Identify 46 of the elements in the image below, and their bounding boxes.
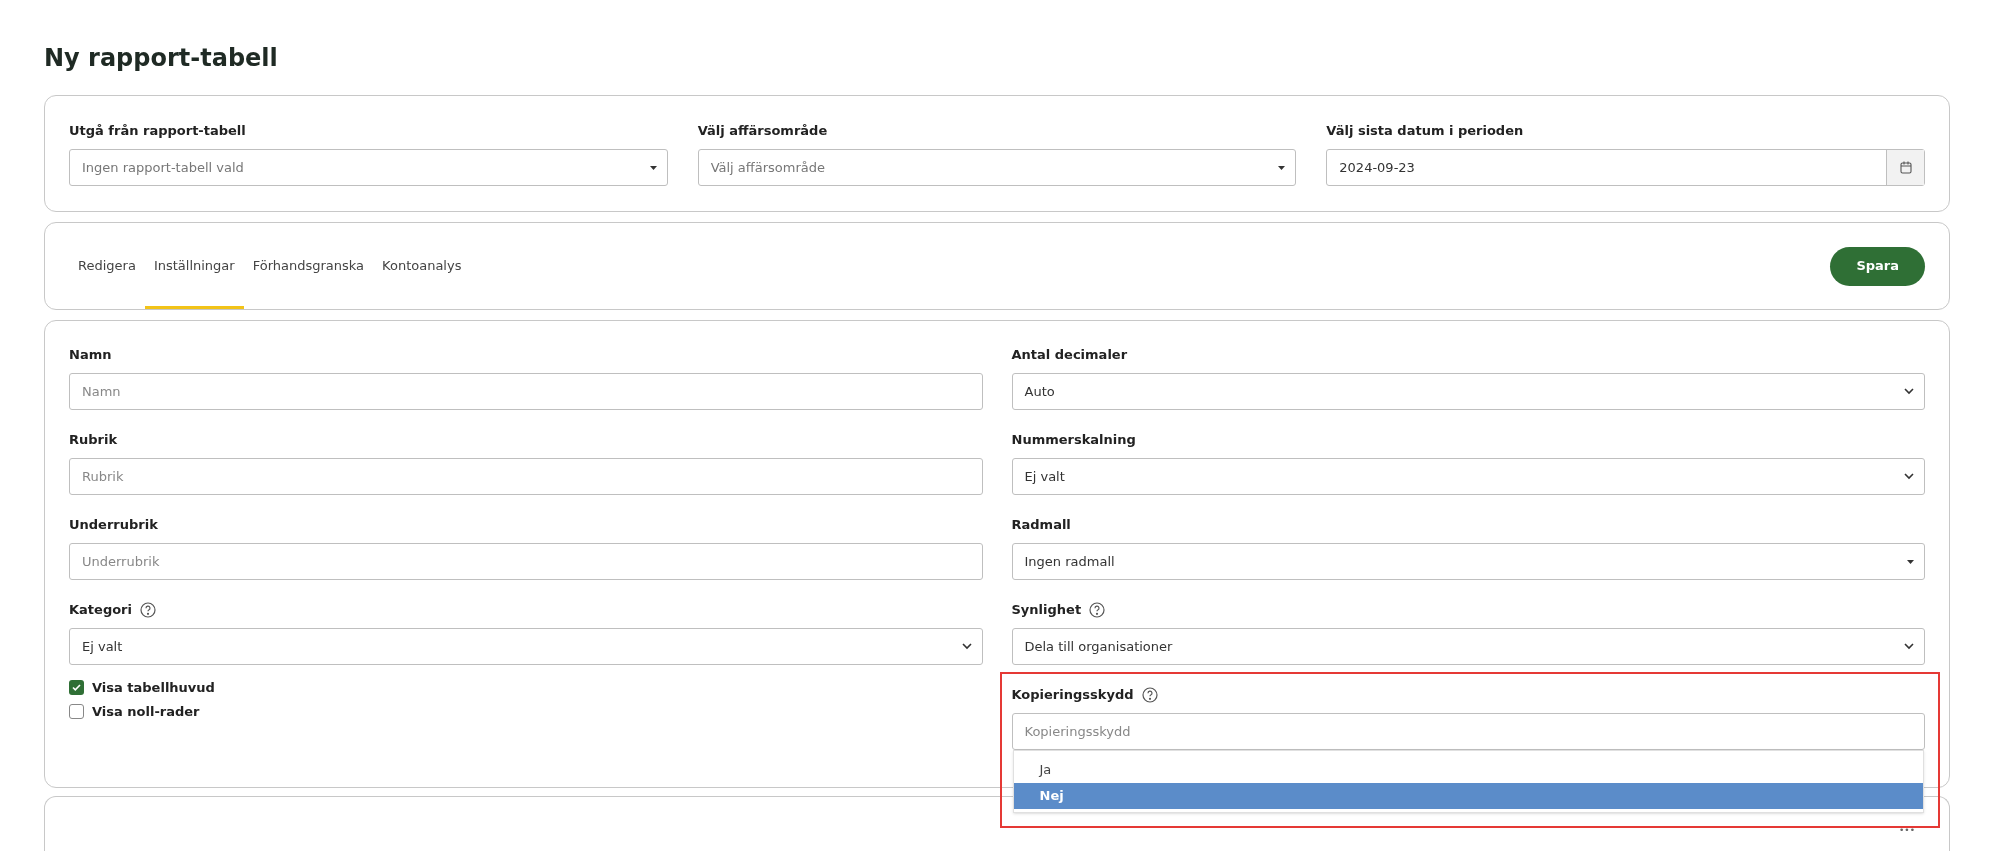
checkbox[interactable] bbox=[69, 703, 84, 719]
field-label: Kategori bbox=[69, 601, 132, 620]
help-icon[interactable] bbox=[1089, 602, 1106, 618]
field-label: Välj sista datum i perioden bbox=[1326, 122, 1524, 141]
field-label: Namn bbox=[69, 346, 112, 365]
checkbox-label: Visa noll-rader bbox=[92, 702, 200, 721]
checkbox[interactable] bbox=[69, 680, 84, 696]
field-label: Kopieringsskydd bbox=[1011, 686, 1134, 705]
chevron-down-icon bbox=[1904, 643, 1914, 650]
dropdown-option[interactable]: Ja bbox=[1013, 757, 1923, 783]
chevron-down-icon bbox=[1904, 388, 1914, 395]
field-label: Antal decimaler bbox=[1011, 346, 1128, 365]
text-field[interactable]: Kopieringsskydd bbox=[1011, 713, 1925, 750]
combo-field[interactable]: Ingen radmall bbox=[1011, 543, 1925, 580]
text-field[interactable]: Namn bbox=[69, 373, 983, 410]
tab[interactable]: Förhandsgranska bbox=[243, 223, 374, 309]
chevron-down-icon bbox=[961, 643, 972, 650]
text-field[interactable]: Underrubrik bbox=[69, 543, 983, 580]
check-icon bbox=[72, 684, 81, 692]
chevron-down-icon bbox=[1904, 473, 1914, 480]
field-label: Underrubrik bbox=[69, 516, 158, 535]
combo-field[interactable]: Välj affärsområde bbox=[697, 149, 1297, 186]
field-label: Nummerskalning bbox=[1011, 431, 1136, 450]
tab[interactable]: Kontoanalys bbox=[373, 223, 471, 309]
select-field[interactable]: Dela till organisationer bbox=[1011, 628, 1925, 665]
text-field[interactable]: Rubrik bbox=[69, 458, 983, 495]
select-field[interactable]: Auto bbox=[1011, 373, 1925, 410]
page-title: Ny rapport-tabell bbox=[44, 43, 279, 74]
caret-down-icon bbox=[1907, 559, 1914, 564]
more-button[interactable]: ••• bbox=[1899, 824, 1915, 836]
help-icon[interactable] bbox=[1141, 687, 1158, 703]
combo-field[interactable]: Ingen rapport-tabell vald bbox=[69, 149, 668, 186]
tab[interactable]: Inställningar bbox=[144, 223, 244, 309]
field-label: Rubrik bbox=[69, 431, 118, 450]
field-label: Välj affärsområde bbox=[697, 122, 828, 141]
help-icon[interactable] bbox=[140, 602, 156, 618]
save-button[interactable]: Spara bbox=[1830, 246, 1925, 286]
field-label: Synlighet bbox=[1011, 601, 1082, 620]
caret-down-icon bbox=[1278, 165, 1286, 170]
caret-down-icon bbox=[649, 165, 657, 170]
select-field[interactable]: Ej valt bbox=[1011, 458, 1925, 495]
field-label: Radmall bbox=[1011, 516, 1071, 535]
checkbox-label: Visa tabellhuvud bbox=[92, 679, 215, 697]
select-field[interactable]: Ej valt bbox=[69, 628, 983, 665]
field-label: Utgå från rapport-tabell bbox=[69, 122, 246, 141]
tab[interactable]: Redigera bbox=[69, 223, 145, 309]
